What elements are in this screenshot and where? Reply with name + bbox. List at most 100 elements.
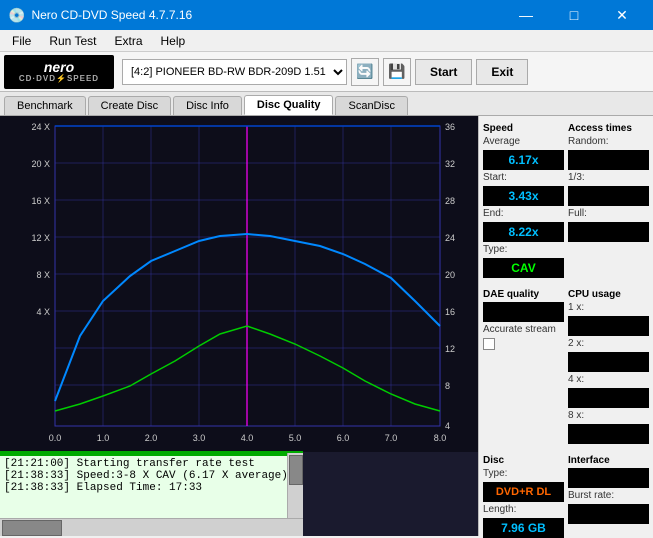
svg-text:36: 36 — [445, 122, 455, 132]
exit-button[interactable]: Exit — [476, 59, 528, 85]
access-times-column: Access times Random: 1/3: Full: — [568, 120, 649, 278]
type-value: CAV — [483, 258, 564, 278]
log-bottom-bar — [0, 518, 303, 536]
svg-text:20 X: 20 X — [31, 159, 50, 169]
cpu-label: CPU usage — [568, 289, 649, 300]
disc-length-label: Length: — [483, 504, 564, 516]
start-button[interactable]: Start — [415, 59, 472, 85]
random-label: Random: — [568, 136, 649, 148]
svg-text:8 X: 8 X — [36, 270, 50, 280]
1x-label: 1 x: — [568, 302, 649, 314]
cpu-column: CPU usage 1 x: 2 x: 4 x: 8 x: — [568, 286, 649, 444]
tab-benchmark[interactable]: Benchmark — [4, 96, 86, 115]
disc-length-value: 7.96 GB — [483, 518, 564, 538]
save-button[interactable]: 💾 — [383, 58, 411, 86]
start-label: Start: — [483, 172, 564, 184]
log-content[interactable]: [21:21:00] Starting transfer rate test [… — [0, 456, 303, 519]
main-content: 24 X 20 X 16 X 12 X 8 X 4 X 36 32 28 24 … — [0, 116, 653, 536]
tab-scan-disc[interactable]: ScanDisc — [335, 96, 407, 115]
svg-text:6.0: 6.0 — [337, 433, 350, 443]
log-scroll-thumb[interactable] — [289, 455, 303, 485]
svg-text:5.0: 5.0 — [289, 433, 302, 443]
svg-text:4 X: 4 X — [36, 307, 50, 317]
4x-label: 4 x: — [568, 374, 649, 386]
panel-top-columns: Speed Average 6.17x Start: 3.43x End: 8.… — [483, 120, 649, 278]
svg-text:16 X: 16 X — [31, 196, 50, 206]
nero-logo-text: nero — [44, 60, 74, 74]
4x-value — [568, 388, 649, 408]
svg-text:12 X: 12 X — [31, 233, 50, 243]
disc-column: Disc Type: DVD+R DL Length: 7.96 GB — [483, 452, 564, 538]
end-value: 8.22x — [483, 222, 564, 242]
burst-value — [568, 504, 649, 524]
title-bar: 💿 Nero CD-DVD Speed 4.7.7.16 — □ ✕ — [0, 0, 653, 30]
average-value: 6.17x — [483, 150, 564, 170]
title-bar-left: 💿 Nero CD-DVD Speed 4.7.7.16 — [8, 7, 192, 24]
interface-column: Interface Burst rate: — [568, 452, 649, 538]
svg-text:0.0: 0.0 — [49, 433, 62, 443]
disc-section-label: Disc — [483, 455, 564, 466]
tab-disc-quality[interactable]: Disc Quality — [244, 95, 334, 115]
tab-disc-info[interactable]: Disc Info — [173, 96, 242, 115]
dae-column: DAE quality Accurate stream — [483, 286, 564, 444]
menu-bar: File Run Test Extra Help — [0, 30, 653, 52]
burst-label: Burst rate: — [568, 490, 649, 502]
disc-type-label: Type: — [483, 468, 564, 480]
minimize-button[interactable]: — — [503, 0, 549, 30]
dae-label: DAE quality — [483, 289, 564, 300]
full-label: Full: — [568, 208, 649, 220]
svg-text:1.0: 1.0 — [97, 433, 110, 443]
average-label: Average — [483, 136, 564, 148]
refresh-button[interactable]: 🔄 — [351, 58, 379, 86]
menu-run-test[interactable]: Run Test — [41, 32, 104, 50]
2x-value — [568, 352, 649, 372]
svg-text:4.0: 4.0 — [241, 433, 254, 443]
svg-text:24: 24 — [445, 233, 455, 243]
accurate-stream-checkbox[interactable] — [483, 338, 495, 350]
svg-text:3.0: 3.0 — [193, 433, 206, 443]
h-scroll-thumb[interactable] — [2, 520, 62, 536]
menu-help[interactable]: Help — [153, 32, 194, 50]
chart-svg: 24 X 20 X 16 X 12 X 8 X 4 X 36 32 28 24 … — [0, 116, 478, 452]
speed-label: Speed — [483, 123, 564, 134]
log-entry-2: [21:38:33] Elapsed Time: 17:33 — [4, 482, 299, 494]
random-value — [568, 150, 649, 170]
end-label: End: — [483, 208, 564, 220]
menu-extra[interactable]: Extra — [106, 32, 150, 50]
log-entry-1: [21:38:33] Speed:3-8 X CAV (6.17 X avera… — [4, 470, 299, 482]
panel-mid-columns: DAE quality Accurate stream CPU usage 1 … — [483, 286, 649, 444]
close-button[interactable]: ✕ — [599, 0, 645, 30]
third-value — [568, 186, 649, 206]
8x-label: 8 x: — [568, 410, 649, 422]
type-label: Type: — [483, 244, 564, 256]
menu-file[interactable]: File — [4, 32, 39, 50]
svg-text:20: 20 — [445, 270, 455, 280]
title-bar-controls: — □ ✕ — [503, 0, 645, 30]
svg-text:32: 32 — [445, 159, 455, 169]
h-scroll-track[interactable] — [0, 519, 303, 536]
log-scrollbar[interactable] — [287, 453, 303, 518]
svg-text:4: 4 — [445, 421, 450, 431]
third-label: 1/3: — [568, 172, 649, 184]
nero-logo-subtitle: CD·DVD⚡SPEED — [19, 74, 99, 83]
maximize-button[interactable]: □ — [551, 0, 597, 30]
interface-value — [568, 468, 649, 488]
window-title: Nero CD-DVD Speed 4.7.7.16 — [31, 8, 192, 22]
2x-label: 2 x: — [568, 338, 649, 350]
accurate-stream-row — [483, 338, 564, 350]
panel-bottom-columns: Disc Type: DVD+R DL Length: 7.96 GB Inte… — [483, 452, 649, 538]
dae-value — [483, 302, 564, 322]
interface-label: Interface — [568, 455, 649, 466]
right-panel: Speed Average 6.17x Start: 3.43x End: 8.… — [478, 116, 653, 536]
full-value — [568, 222, 649, 242]
svg-text:16: 16 — [445, 307, 455, 317]
speed-column: Speed Average 6.17x Start: 3.43x End: 8.… — [483, 120, 564, 278]
tab-create-disc[interactable]: Create Disc — [88, 96, 171, 115]
chart-area: 24 X 20 X 16 X 12 X 8 X 4 X 36 32 28 24 … — [0, 116, 478, 536]
drive-select[interactable]: [4:2] PIONEER BD-RW BDR-209D 1.51 — [122, 59, 347, 85]
toolbar: nero CD·DVD⚡SPEED [4:2] PIONEER BD-RW BD… — [0, 52, 653, 92]
svg-text:28: 28 — [445, 196, 455, 206]
svg-text:12: 12 — [445, 344, 455, 354]
svg-text:2.0: 2.0 — [145, 433, 158, 443]
log-entry-0: [21:21:00] Starting transfer rate test — [4, 458, 299, 470]
